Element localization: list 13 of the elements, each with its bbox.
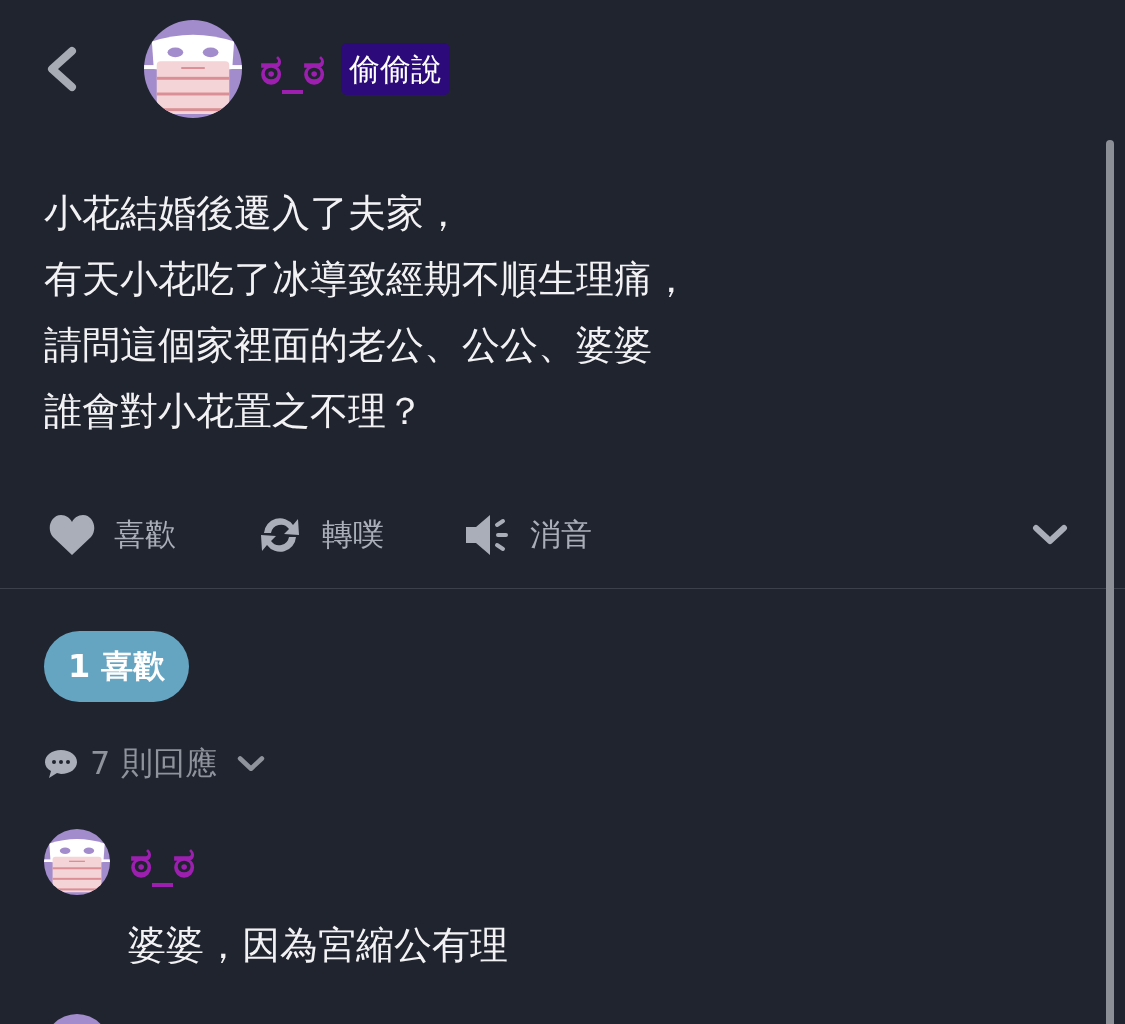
replurk-button[interactable]: 轉噗 (256, 513, 384, 557)
mute-button[interactable]: 消音 (464, 513, 592, 557)
heart-icon (48, 513, 96, 557)
post-text: 小花結婚後遷入了夫家， 有天小花吃了冰導致經期不順生理痛， 請問這個家裡面的老公、公公、婆婆 誰會對小花置之不理？ (44, 190, 691, 435)
like-button[interactable]: 喜歡 (48, 513, 176, 557)
comment-text: 婆婆，因為宮縮公有理 (128, 922, 509, 969)
speech-bubble-icon (44, 749, 78, 779)
likes-pill[interactable]: 1 喜歡 (44, 631, 190, 702)
chevron-down-icon[interactable] (236, 755, 265, 773)
chevron-down-icon[interactable] (1032, 524, 1068, 546)
response-count[interactable]: 7 則回應 (90, 742, 217, 786)
anonymous-badge: 偷偷說 (341, 43, 450, 95)
scrollbar[interactable] (1106, 140, 1114, 1024)
